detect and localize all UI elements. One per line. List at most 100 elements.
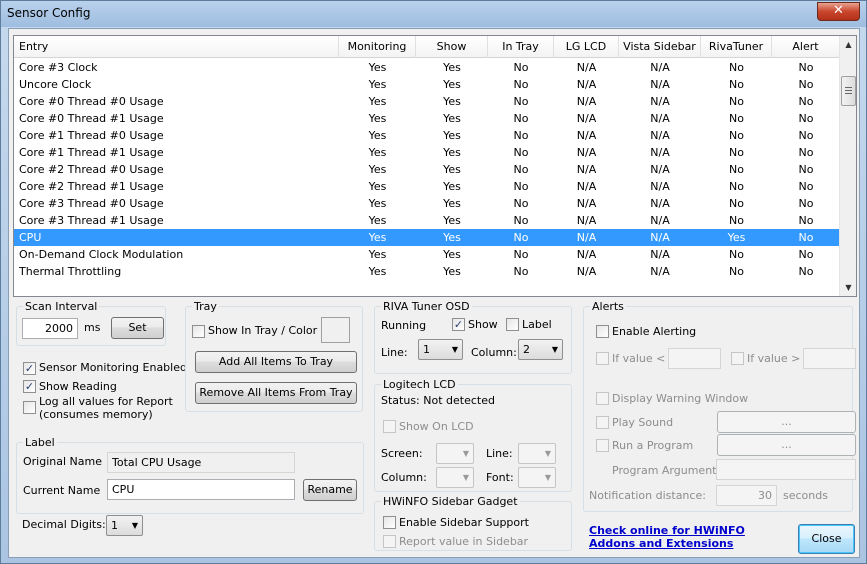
show-on-lcd-checkbox[interactable] (383, 420, 396, 433)
lcd-line-label: Line: (486, 447, 513, 460)
riva-show-label: Show (468, 318, 498, 331)
table-cell: Core #1 Thread #1 Usage (19, 146, 164, 159)
decimal-digits-select[interactable]: 1 ▼ (106, 515, 143, 536)
enable-sidebar-checkbox[interactable] (383, 516, 396, 529)
check-online-link[interactable]: Check online for HWiNFO (589, 524, 745, 537)
table-row[interactable]: Uncore Clock Yes Yes No N/A N/A No No (14, 76, 840, 93)
table-cell: No (513, 163, 529, 176)
column-header[interactable]: Alert (772, 36, 840, 58)
table-cell: N/A (576, 78, 597, 91)
column-header[interactable]: Show (416, 36, 488, 58)
scroll-up-icon[interactable]: ▲ (841, 36, 856, 53)
column-header[interactable]: Monitoring (339, 36, 416, 58)
table-cell: No (798, 163, 814, 176)
table-row[interactable]: Core #1 Thread #0 Usage Yes Yes No N/A N/A No N… (14, 127, 840, 144)
set-button[interactable]: Set (111, 317, 164, 339)
scan-interval-input[interactable]: 2000 (22, 318, 78, 339)
rename-button[interactable]: Rename (303, 479, 357, 501)
table-row[interactable]: Core #2 Thread #1 Usage Yes Yes No N/A N/A No N… (14, 178, 840, 195)
if-less-input[interactable] (668, 348, 721, 369)
table-cell: N/A (650, 78, 670, 91)
sensor-monitoring-checkbox[interactable]: ✓ (23, 362, 36, 375)
lcd-column-select[interactable]: ▼ (436, 467, 474, 488)
table-cell: N/A (650, 214, 670, 227)
riva-column-select[interactable]: 2 ▼ (518, 339, 563, 360)
chevron-down-icon: ▼ (451, 345, 458, 354)
title-bar[interactable]: Sensor Config ✕ (1, 1, 866, 27)
table-cell: No (798, 265, 814, 278)
table-cell: Yes (368, 214, 387, 227)
logitech-lcd-group: Logitech LCD Status: Not detected Show O… (374, 378, 572, 492)
table-cell: Yes (368, 78, 387, 91)
show-reading-label: Show Reading (39, 380, 117, 393)
report-sidebar-checkbox[interactable] (383, 535, 396, 548)
table-cell: Yes (368, 163, 387, 176)
tray-color-swatch[interactable] (321, 317, 350, 343)
window-close-icon[interactable]: ✕ (817, 2, 860, 21)
addons-extensions-link[interactable]: Addons and Extensions (589, 537, 733, 550)
if-greater-label: If value > (747, 352, 801, 365)
program-arguments-input[interactable] (716, 459, 856, 480)
logitech-lcd-label: Logitech LCD (381, 378, 458, 391)
table-cell: Core #0 Thread #1 Usage (19, 112, 164, 125)
column-header[interactable]: RivaTuner (701, 36, 772, 58)
table-scrollbar[interactable]: ▲ ▼ (839, 36, 856, 296)
table-row[interactable]: Core #3 Thread #0 Usage Yes Yes No N/A N/A No N… (14, 195, 840, 212)
table-row[interactable]: Core #1 Thread #1 Usage Yes Yes No N/A N/A No N… (14, 144, 840, 161)
if-less-checkbox[interactable] (596, 352, 609, 365)
table-cell: Yes (443, 95, 461, 108)
enable-alerting-checkbox[interactable] (596, 325, 609, 338)
column-header[interactable]: In Tray (488, 36, 554, 58)
column-header[interactable]: Vista Sidebar (619, 36, 701, 58)
scroll-down-icon[interactable]: ▼ (841, 279, 856, 296)
column-header[interactable]: Entry (14, 36, 339, 58)
table-cell: N/A (650, 180, 670, 193)
table-body: Core #3 Clock Yes Yes No N/A N/A No No Uncore Cl… (14, 59, 840, 280)
current-name-input[interactable]: CPU (107, 479, 295, 500)
add-all-to-tray-button[interactable]: Add All Items To Tray (195, 351, 357, 373)
table-cell: No (798, 129, 814, 142)
table-row[interactable]: Thermal Throttling Yes Yes No N/A N/A No No (14, 263, 840, 280)
show-in-tray-label: Show In Tray / Color (208, 324, 318, 337)
table-cell: No (798, 214, 814, 227)
riva-show-checkbox[interactable]: ✓ (452, 318, 465, 331)
remove-all-from-tray-button[interactable]: Remove All Items From Tray (195, 382, 357, 404)
lcd-screen-select[interactable]: ▼ (436, 443, 474, 464)
play-sound-checkbox[interactable] (596, 416, 609, 429)
notification-distance-input[interactable]: 30 (716, 485, 777, 506)
log-all-values-checkbox[interactable] (23, 401, 36, 414)
program-browse-button[interactable]: ... (717, 434, 856, 456)
show-in-tray-checkbox[interactable] (192, 325, 205, 338)
display-warning-checkbox[interactable] (596, 392, 609, 405)
riva-label-checkbox[interactable] (506, 318, 519, 331)
sidebar-gadget-label: HWiNFO Sidebar Gadget (381, 495, 520, 508)
table-cell: N/A (650, 112, 670, 125)
lcd-status: Status: Not detected (381, 394, 495, 407)
table-row[interactable]: Core #3 Clock Yes Yes No N/A N/A No No (14, 59, 840, 76)
run-program-checkbox[interactable] (596, 439, 609, 452)
table-cell: Core #3 Clock (19, 61, 98, 74)
riva-line-select[interactable]: 1 ▼ (418, 339, 463, 360)
table-row[interactable]: Core #3 Thread #1 Usage Yes Yes No N/A N/A No N… (14, 212, 840, 229)
table-cell: Yes (443, 197, 461, 210)
if-greater-checkbox[interactable] (731, 352, 744, 365)
sound-browse-button[interactable]: ... (717, 411, 856, 433)
table-cell: N/A (576, 248, 597, 261)
lcd-font-select[interactable]: ▼ (518, 467, 556, 488)
lcd-line-select[interactable]: ▼ (518, 443, 556, 464)
if-greater-input[interactable] (803, 348, 856, 369)
table-cell: No (729, 78, 744, 91)
table-row[interactable]: On-Demand Clock Modulation Yes Yes No N/A N/A… (14, 246, 840, 263)
close-button[interactable]: Close (798, 524, 855, 554)
table-row[interactable]: CPU Yes Yes No N/A N/A Yes No (14, 229, 840, 246)
chevron-down-icon: ▼ (462, 473, 469, 482)
table-row[interactable]: Core #2 Thread #0 Usage Yes Yes No N/A N/A No N… (14, 161, 840, 178)
table-cell: No (513, 265, 529, 278)
table-cell: No (513, 248, 529, 261)
table-cell: No (798, 78, 814, 91)
show-reading-checkbox[interactable]: ✓ (23, 380, 36, 393)
scroll-thumb[interactable] (841, 76, 856, 106)
table-row[interactable]: Core #0 Thread #0 Usage Yes Yes No N/A N/A No N… (14, 93, 840, 110)
column-header[interactable]: LG LCD (554, 36, 619, 58)
table-row[interactable]: Core #0 Thread #1 Usage Yes Yes No N/A N/A No N… (14, 110, 840, 127)
